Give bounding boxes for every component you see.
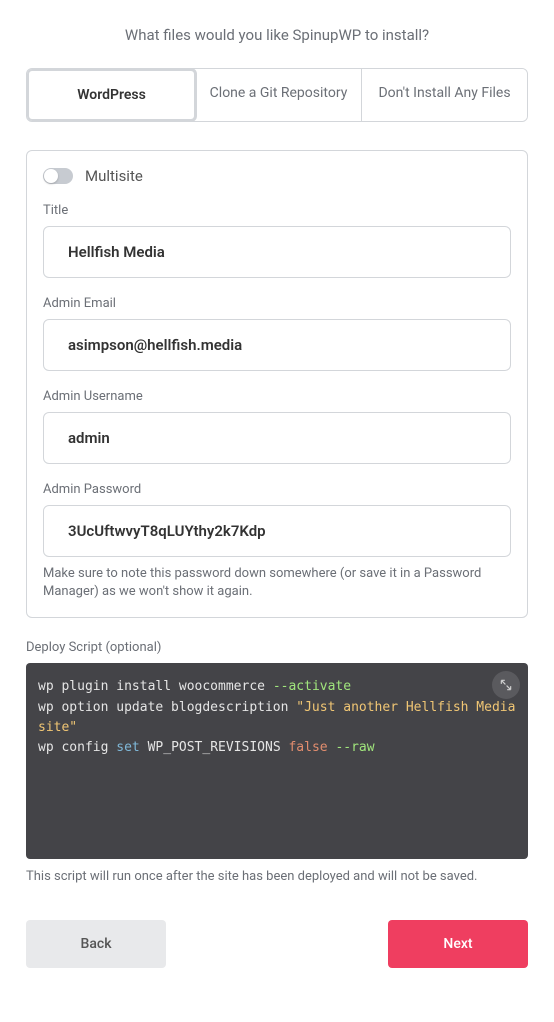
wizard-nav: Back Next [26, 920, 528, 968]
deploy-script-editor[interactable]: wp plugin install woocommerce --activate… [26, 663, 528, 859]
tab-no-files[interactable]: Don't Install Any Files [362, 69, 527, 121]
install-prompt: What files would you like SpinupWP to in… [26, 26, 528, 44]
admin-username-label: Admin Username [43, 389, 511, 404]
deploy-script-label: Deploy Script (optional) [26, 640, 528, 655]
deploy-script-note: This script will run once after the site… [26, 869, 528, 884]
admin-email-label: Admin Email [43, 296, 511, 311]
admin-password-label: Admin Password [43, 482, 511, 497]
multisite-label: Multisite [85, 167, 143, 185]
wordpress-settings-card: Multisite Title Admin Email Admin Userna… [26, 150, 528, 618]
install-type-tabs: WordPress Clone a Git Repository Don't I… [26, 68, 528, 122]
code-line-3: wp config set WP_POST_REVISIONS false --… [38, 740, 375, 755]
multisite-toggle[interactable] [43, 168, 73, 184]
title-input[interactable] [43, 226, 511, 278]
admin-username-input[interactable] [43, 412, 511, 464]
admin-email-input[interactable] [43, 319, 511, 371]
back-button[interactable]: Back [26, 920, 166, 968]
tab-clone-git[interactable]: Clone a Git Repository [196, 69, 362, 121]
expand-icon[interactable] [492, 671, 520, 699]
title-label: Title [43, 203, 511, 218]
admin-password-input[interactable] [43, 505, 511, 557]
code-line-2: wp option update blogdescription "Just a… [38, 700, 523, 735]
next-button[interactable]: Next [388, 920, 528, 968]
tab-wordpress[interactable]: WordPress [26, 68, 197, 122]
password-hint: Make sure to note this password down som… [43, 565, 511, 601]
code-line-1: wp plugin install woocommerce --activate [38, 679, 351, 694]
